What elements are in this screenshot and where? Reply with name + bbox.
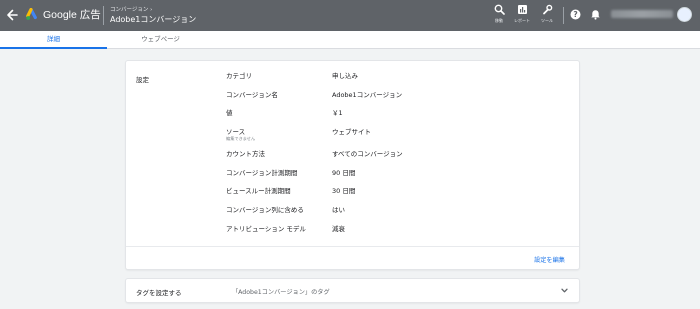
setting-key: ソース (226, 128, 246, 136)
tab-details[interactable]: 詳細 (0, 31, 107, 49)
setting-key: コンバージョン列に含める (226, 206, 304, 214)
setting-value: 申し込み (332, 72, 358, 80)
reports-button[interactable]: レポート (508, 4, 536, 24)
breadcrumb[interactable]: コンバージョン › (110, 5, 152, 13)
settings-section-label: 設定 (136, 76, 149, 84)
setting-key: ビュースルー計測期間 (226, 187, 291, 195)
wrench-icon (542, 4, 552, 15)
setting-key: カウント方法 (226, 150, 265, 158)
reports-label: レポート (514, 18, 530, 23)
setting-key: アトリビューション モデル (226, 225, 306, 233)
product-name: Google 広告 (43, 9, 101, 21)
help-icon[interactable]: ? (570, 9, 581, 20)
edit-settings-link[interactable]: 設定を編集 (534, 255, 565, 264)
top-app-bar: Google 広告 コンバージョン › Adobe1コンバージョン 移動 レポー… (0, 0, 700, 31)
avatar[interactable] (677, 7, 692, 22)
setting-key: 値 (226, 109, 233, 117)
account-info-redacted[interactable] (611, 10, 673, 18)
setting-value: ￥1 (332, 109, 343, 117)
setting-value: すべてのコンバージョン (332, 150, 403, 158)
tab-webpages-label: ウェブページ (141, 35, 180, 43)
setting-key-note: 編集できません (226, 136, 256, 141)
settings-card: 設定 カテゴリ 申し込み コンバージョン名 Adobe1コンバージョン 値 ￥1… (126, 61, 579, 269)
card-divider (126, 246, 579, 247)
tab-webpages[interactable]: ウェブページ (107, 31, 214, 49)
chevron-down-icon[interactable] (560, 286, 569, 295)
setting-value: はい (332, 206, 345, 214)
tools-button[interactable]: ツール (533, 4, 561, 24)
tab-details-label: 詳細 (47, 35, 60, 43)
tab-bar: 詳細 ウェブページ (0, 31, 700, 49)
setting-value: ウェブサイト (332, 128, 371, 136)
setting-value: Adobe1コンバージョン (332, 91, 403, 99)
page-title: Adobe1コンバージョン (110, 15, 197, 24)
google-ads-logo-icon (26, 8, 37, 20)
bell-icon[interactable] (590, 9, 601, 20)
setting-key: コンバージョン計測期間 (226, 169, 298, 177)
toolbar-divider (563, 7, 564, 24)
header-divider (103, 6, 104, 25)
setting-key: コンバージョン名 (226, 91, 278, 99)
setting-value: 90 日間 (332, 169, 356, 177)
setting-key: カテゴリ (226, 72, 252, 80)
tag-setup-description: 「Adobe1コンバージョン」のタグ (232, 289, 330, 296)
back-arrow-icon[interactable] (6, 8, 18, 22)
setting-value: 30 日間 (332, 187, 356, 195)
reports-icon (517, 5, 527, 14)
tag-setup-title: タグを設定する (136, 289, 182, 297)
setting-value: 減衰 (332, 225, 345, 233)
svg-text:?: ? (573, 10, 577, 19)
tools-label: ツール (541, 18, 553, 23)
search-icon (494, 4, 505, 15)
tag-setup-card[interactable]: タグを設定する 「Adobe1コンバージョン」のタグ (126, 279, 579, 302)
